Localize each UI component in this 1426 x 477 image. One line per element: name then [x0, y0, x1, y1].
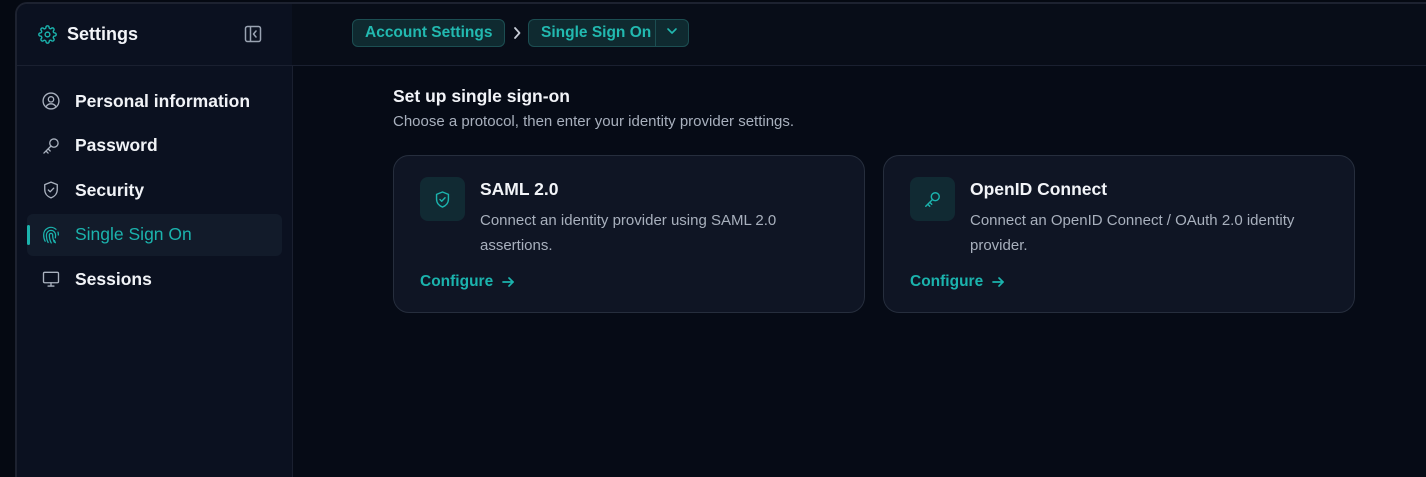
card-title: OpenID Connect [970, 179, 1108, 199]
sidebar-header: Settings [17, 4, 292, 66]
card-description: Connect an OpenID Connect / OAuth 2.0 id… [970, 212, 1295, 254]
configure-label: Configure [420, 273, 494, 290]
sidebar-item-label: Personal information [75, 90, 251, 111]
breadcrumb-current-single-sign-on[interactable]: Single Sign On [528, 19, 664, 47]
chevron-down-icon [666, 24, 678, 42]
saml-configure-link[interactable]: Configure [420, 273, 515, 291]
collapse-sidebar-icon[interactable] [243, 24, 263, 44]
sidebar-item-single-sign-on[interactable]: Single Sign On [27, 213, 282, 256]
openid-connect-card[interactable]: OpenID Connect Connect an OpenID Connect… [883, 155, 1355, 313]
sidebar-item-label: Password [75, 135, 158, 155]
sidebar-item-label: Single Sign On [75, 224, 192, 244]
user-circle-icon [41, 91, 61, 111]
page-title: Set up single sign-on [393, 86, 570, 106]
shield-check-icon [420, 177, 465, 221]
configure-label: Configure [910, 273, 984, 290]
page-subtitle: Choose a protocol, then enter your ident… [393, 113, 795, 130]
monitor-icon [41, 269, 61, 289]
saml-card[interactable]: SAML 2.0 Connect an identity provider us… [393, 155, 865, 313]
sidebar-item-label: Security [75, 179, 145, 200]
breadcrumb-separator-icon [512, 26, 522, 44]
breadcrumb-dropdown-button[interactable] [655, 19, 689, 47]
arrow-right-icon [991, 275, 1005, 289]
breadcrumb-account-settings[interactable]: Account Settings [352, 19, 506, 47]
sidebar: Settings Personal information Password S… [17, 4, 293, 477]
sidebar-item-security[interactable]: Security [27, 169, 282, 211]
card-description: Connect an identity provider using SAML … [480, 212, 777, 254]
sidebar-nav: Personal information Password Security S… [17, 66, 292, 300]
key-icon [41, 136, 61, 156]
gear-icon [37, 25, 57, 45]
topbar: Account Settings Single Sign On [292, 4, 1426, 66]
shield-icon [41, 180, 61, 200]
sidebar-item-password[interactable]: Password [27, 125, 282, 167]
fingerprint-icon [41, 225, 61, 245]
sidebar-item-personal-information[interactable]: Personal information [27, 80, 282, 122]
sidebar-item-label: Sessions [75, 268, 152, 289]
settings-window: Settings Personal information Password S… [15, 2, 1426, 477]
sidebar-title: Settings [67, 24, 139, 44]
arrow-right-icon [501, 275, 515, 289]
sidebar-item-sessions[interactable]: Sessions [27, 258, 282, 300]
card-title: SAML 2.0 [480, 179, 559, 199]
main-content: Set up single sign-on Choose a protocol,… [393, 86, 1355, 313]
key-icon [910, 177, 955, 221]
openid-configure-link[interactable]: Configure [910, 273, 1005, 291]
